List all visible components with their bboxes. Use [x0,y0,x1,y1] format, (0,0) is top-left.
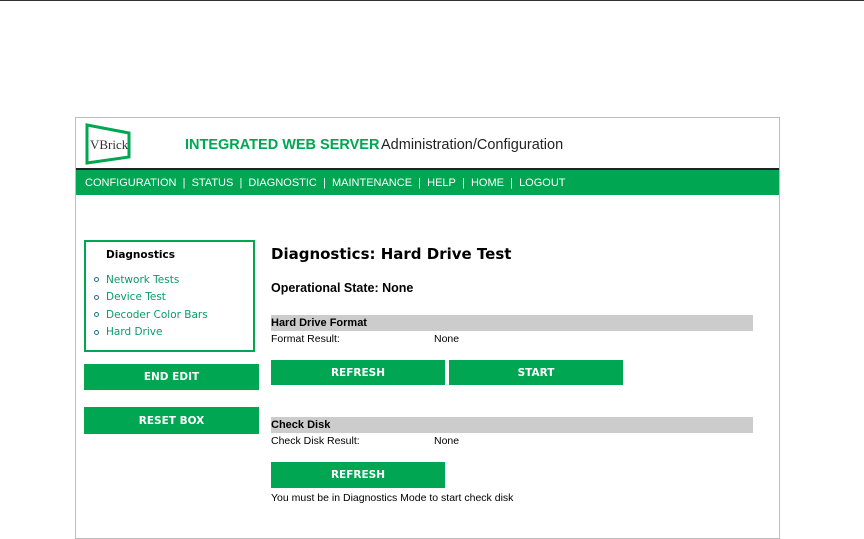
top-rule [0,0,864,1]
menu-item-device-test[interactable]: Device Test [94,289,208,307]
svg-text:VBrick: VBrick [90,137,129,152]
nav-status[interactable]: STATUS [192,177,234,189]
end-edit-button[interactable]: END EDIT [84,364,259,390]
check-disk-refresh-button[interactable]: REFRESH [271,462,445,488]
operational-state: Operational State: None [271,281,414,295]
nav-logout[interactable]: LOGOUT [519,177,565,189]
bullet-icon [94,294,99,300]
diagnostics-menu: Diagnostics Network Tests Device Test De… [84,240,255,352]
format-result-label: Format Result: [271,333,340,345]
nav-configuration[interactable]: CONFIGURATION [85,177,176,189]
check-disk-result-label: Check Disk Result: [271,435,360,447]
reset-box-button[interactable]: RESET BOX [84,407,259,434]
menu-heading: Diagnostics [106,249,175,261]
nav-maintenance[interactable]: MAINTENANCE [332,177,412,189]
menu-item-decoder-color-bars[interactable]: Decoder Color Bars [94,306,208,324]
format-result-value: None [434,333,460,345]
format-refresh-button[interactable]: REFRESH [271,360,445,385]
header-subtitle: Administration/Configuration [381,137,564,153]
format-result-row: Format Result: None [271,333,459,345]
check-disk-result-row: Check Disk Result: None [271,435,459,447]
menu-item-network-tests[interactable]: Network Tests [94,271,208,289]
check-disk-result-value: None [434,435,460,447]
web-console: VBrick INTEGRATED WEB SERVER Administrat… [75,117,780,539]
bullet-icon [94,277,99,283]
nav-home[interactable]: HOME [471,177,504,189]
bullet-icon [94,329,99,335]
check-disk-message: You must be in Diagnostics Mode to start… [271,492,514,504]
nav-help[interactable]: HELP [427,177,456,189]
top-nav: CONFIGURATION | STATUS | DIAGNOSTIC | MA… [76,168,779,195]
format-start-button[interactable]: START [449,360,623,385]
check-disk-section-header: Check Disk [271,417,753,433]
vbrick-logo: VBrick [85,123,131,165]
menu-item-hard-drive[interactable]: Hard Drive [94,324,208,342]
header-title: INTEGRATED WEB SERVER [185,137,380,153]
nav-diagnostic[interactable]: DIAGNOSTIC [248,177,316,189]
page-title: Diagnostics: Hard Drive Test [271,245,512,263]
bullet-icon [94,312,99,318]
format-section-header: Hard Drive Format [271,315,753,331]
